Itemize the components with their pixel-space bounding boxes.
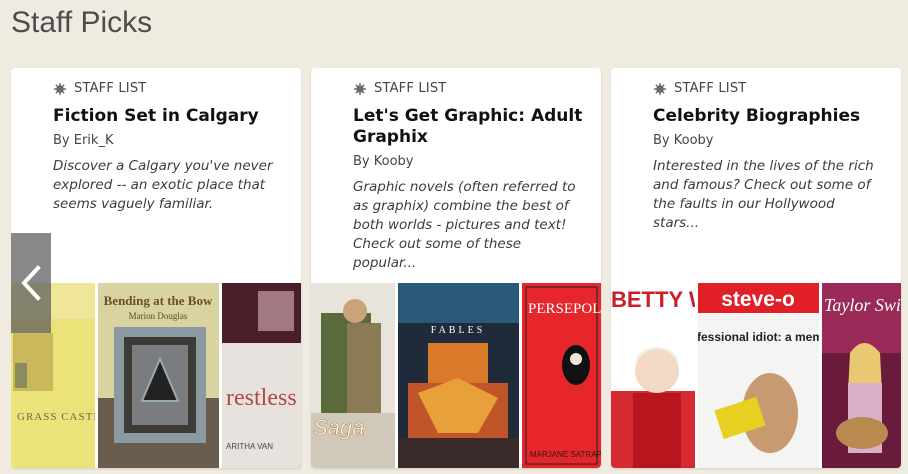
cover-title: restless (226, 385, 297, 411)
cover-title: PERSEPOLIS (528, 301, 601, 317)
staff-list-card[interactable]: STAFF LIST Celebrity Biographies By Koob… (611, 68, 901, 468)
card-type: STAFF LIST (653, 81, 885, 96)
cover-title: Bending at the Bow (104, 293, 213, 308)
cover-title: Taylor Swift (824, 295, 901, 315)
book-cover[interactable]: Saga (311, 283, 395, 468)
book-cover[interactable]: Taylor Swift (822, 283, 901, 468)
cover-strip: GRASS CASTLES Bending at the Bow Marion … (11, 283, 301, 468)
book-cover[interactable]: PERSEPOLIS MARJANE SATRAPI (522, 283, 601, 468)
cover-author: Marion Douglas (129, 311, 188, 321)
book-cover[interactable]: FABLES (398, 283, 519, 468)
staff-list-icon (54, 82, 66, 95)
card-type-label: STAFF LIST (374, 81, 447, 96)
card-author[interactable]: By Erik_K (53, 133, 285, 148)
cover-author: MARJANE SATRAPI (530, 450, 601, 459)
cover-title: steve-o (721, 288, 795, 311)
card-title[interactable]: Fiction Set in Calgary (53, 106, 285, 127)
cover-subtitle: professional idiot: a memoir (698, 330, 819, 344)
cover-author: ARITHA VAN (226, 442, 273, 451)
book-cover[interactable]: steve-o professional idiot: a memoir (698, 283, 819, 468)
card-description: Discover a Calgary you've never explored… (53, 158, 273, 212)
staff-list-icon (654, 82, 666, 95)
cover-title: GRASS CASTLES (17, 411, 95, 423)
card-author[interactable]: By Kooby (353, 154, 585, 169)
chevron-left-icon (21, 265, 41, 301)
section-title: Staff Picks (11, 6, 153, 39)
card-title[interactable]: Celebrity Biographies (653, 106, 885, 127)
cover-title: BETTY WHITE (611, 287, 695, 312)
staff-picks-carousel: STAFF LIST Fiction Set in Calgary By Eri… (11, 68, 908, 474)
book-cover[interactable]: Bending at the Bow Marion Douglas (98, 283, 219, 468)
card-description: Interested in the lives of the rich and … (653, 158, 874, 231)
carousel-prev-button[interactable] (11, 233, 51, 333)
card-author[interactable]: By Kooby (653, 133, 885, 148)
card-type-label: STAFF LIST (674, 81, 747, 96)
staff-list-icon (354, 82, 366, 95)
card-title[interactable]: Let's Get Graphic: Adult Graphix (353, 106, 585, 148)
card-type: STAFF LIST (53, 81, 285, 96)
cover-strip: Saga FABLES PERSEPOLIS (311, 283, 601, 468)
card-type-label: STAFF LIST (74, 81, 147, 96)
cover-title: FABLES (431, 325, 486, 336)
book-cover[interactable]: BETTY WHITE (611, 283, 695, 468)
book-cover[interactable]: restless ARITHA VAN (222, 283, 301, 468)
staff-list-card[interactable]: STAFF LIST Let's Get Graphic: Adult Grap… (311, 68, 601, 468)
cover-strip: BETTY WHITE steve-o professional idiot: … (611, 283, 901, 468)
cover-title: Saga (313, 415, 364, 440)
card-description: Graphic novels (often referred to as gra… (353, 179, 576, 271)
staff-list-card[interactable]: STAFF LIST Fiction Set in Calgary By Eri… (11, 68, 301, 468)
card-type: STAFF LIST (353, 81, 585, 96)
